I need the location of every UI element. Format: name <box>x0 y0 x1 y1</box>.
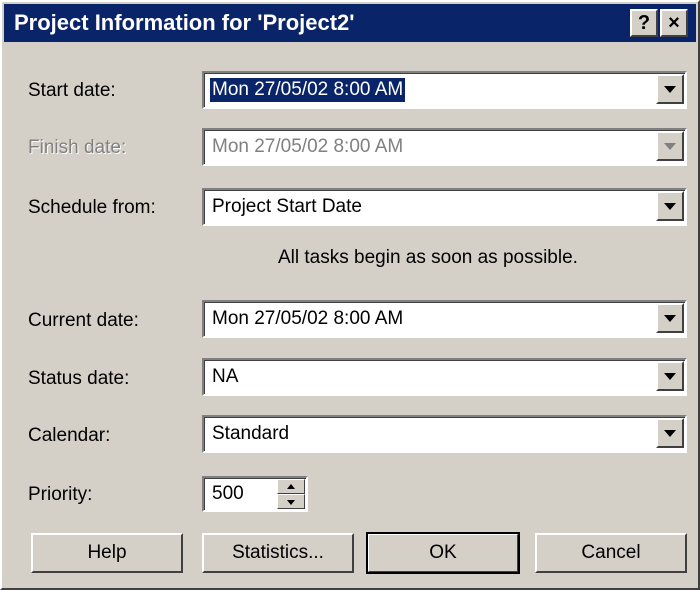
finish-date-dropdown-button <box>656 131 684 161</box>
schedule-from-dropdown-button[interactable] <box>656 191 684 221</box>
current-date-label: Current date: <box>28 310 139 331</box>
status-date-label: Status date: <box>28 368 130 389</box>
calendar-dropdown-button[interactable] <box>656 418 684 448</box>
dropdown-arrow-icon <box>664 430 676 437</box>
status-date-dropdown-button[interactable] <box>656 361 684 391</box>
statistics-button[interactable]: Statistics... <box>202 533 354 573</box>
window-title: Project Information for 'Project2' <box>14 10 355 35</box>
priority-value[interactable]: 500 <box>212 478 244 510</box>
cancel-button[interactable]: Cancel <box>535 533 687 573</box>
schedule-from-dropdown[interactable]: Project Start Date <box>202 188 687 226</box>
help-button[interactable]: Help <box>31 533 183 573</box>
status-date-dropdown[interactable]: NA <box>202 358 687 396</box>
priority-increment-button[interactable] <box>277 479 305 494</box>
start-date-value: Mon 27/05/02 8:00 AM <box>210 78 406 102</box>
spin-down-icon <box>287 499 295 505</box>
finish-date-label: Finish date: <box>28 137 127 158</box>
current-date-value: Mon 27/05/02 8:00 AM <box>212 308 404 329</box>
spin-up-icon <box>287 483 295 489</box>
dropdown-arrow-icon <box>664 373 676 380</box>
close-icon[interactable]: × <box>660 9 688 37</box>
start-date-dropdown[interactable]: Mon 27/05/02 8:00 AM <box>202 71 687 109</box>
title-bar[interactable]: Project Information for 'Project2' ? × <box>4 4 696 42</box>
ok-button[interactable]: OK <box>366 532 520 574</box>
schedule-hint-text: All tasks begin as soon as possible. <box>278 247 578 268</box>
dropdown-arrow-icon <box>664 203 676 210</box>
start-date-dropdown-button[interactable] <box>656 74 684 104</box>
calendar-dropdown[interactable]: Standard <box>202 415 687 453</box>
current-date-dropdown-button[interactable] <box>656 303 684 333</box>
status-date-value: NA <box>212 366 239 387</box>
priority-decrement-button[interactable] <box>277 494 305 509</box>
calendar-label: Calendar: <box>28 425 111 446</box>
schedule-from-value: Project Start Date <box>212 196 362 217</box>
dropdown-arrow-icon <box>664 143 676 150</box>
finish-date-dropdown: Mon 27/05/02 8:00 AM <box>202 128 687 166</box>
dropdown-arrow-icon <box>664 315 676 322</box>
help-icon[interactable]: ? <box>630 9 658 37</box>
priority-stepper[interactable]: 500 <box>202 476 308 512</box>
finish-date-value: Mon 27/05/02 8:00 AM <box>212 136 404 157</box>
calendar-value: Standard <box>212 423 290 444</box>
dropdown-arrow-icon <box>664 86 676 93</box>
schedule-from-label: Schedule from: <box>28 197 156 218</box>
current-date-dropdown[interactable]: Mon 27/05/02 8:00 AM <box>202 300 687 338</box>
priority-label: Priority: <box>28 484 93 505</box>
start-date-label: Start date: <box>28 80 116 101</box>
project-information-dialog: Project Information for 'Project2' ? × S… <box>0 0 700 590</box>
